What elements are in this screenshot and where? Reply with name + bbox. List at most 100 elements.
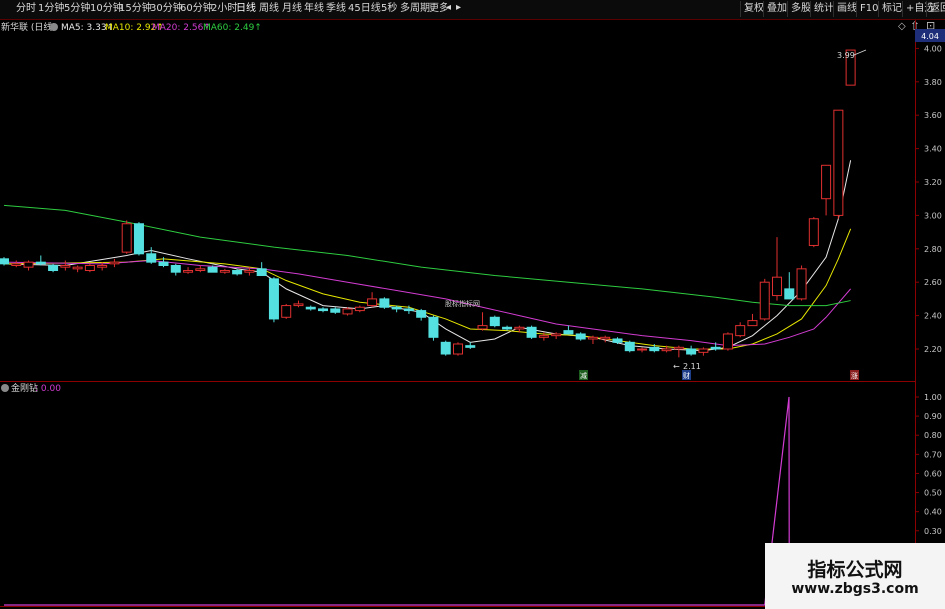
candle-body-up <box>538 335 549 338</box>
candle <box>281 303 292 319</box>
candle-body-up <box>219 270 230 273</box>
candle <box>821 164 832 216</box>
price-tick-label: 3.00 <box>924 211 942 220</box>
indicator-tick-label: 0.40 <box>924 508 942 517</box>
candle <box>428 315 439 341</box>
candle <box>219 268 230 274</box>
candle <box>0 257 9 266</box>
candle-body-up <box>281 305 292 318</box>
watermark-site-name: 指标公式网 <box>807 559 903 581</box>
event-tag-finance-label: 财 <box>683 371 690 380</box>
candle <box>465 342 476 349</box>
candle <box>133 222 144 256</box>
candle-body-down <box>146 253 157 263</box>
candle <box>195 265 206 273</box>
candle-body-up <box>195 268 206 272</box>
candle-body-up <box>11 263 22 266</box>
candle-body-down <box>784 288 795 300</box>
candle <box>379 297 390 309</box>
candle-body-up <box>60 265 71 268</box>
price-tick-label: 3.80 <box>924 78 942 87</box>
candle-body-down <box>710 346 721 350</box>
candle-body-up <box>477 325 488 330</box>
candle-body-down <box>133 223 144 255</box>
ma5-line <box>3 160 852 352</box>
current-price-value: 4.04 <box>921 32 939 41</box>
candle-body-up <box>121 223 132 253</box>
price-tick-label: 3.20 <box>924 178 942 187</box>
candle <box>833 109 844 219</box>
price-tick-label: 3.60 <box>924 111 942 120</box>
candle-body-up <box>72 266 83 270</box>
candle <box>342 307 353 316</box>
candle-body-up <box>342 308 353 315</box>
candle <box>735 322 746 338</box>
event-tag-rise-label: 涨 <box>851 371 858 380</box>
candle <box>305 305 316 311</box>
candle <box>624 340 635 353</box>
candle <box>11 260 22 268</box>
price-axis: 4.00 3.80 3.60 3.40 3.20 3.00 2.80 2.60 2.40 2.20 <box>915 44 942 354</box>
candle-body-down <box>428 316 439 338</box>
price-tick-label: 2.80 <box>924 245 942 254</box>
candle-body-up <box>600 336 611 340</box>
candle <box>452 342 463 356</box>
candle-body-down <box>318 308 329 312</box>
candle <box>170 263 181 276</box>
candle-body-up <box>747 320 758 327</box>
candle-body-down <box>416 310 427 318</box>
candle-body-up <box>551 333 562 337</box>
candle <box>686 345 697 356</box>
candle-body-up <box>183 270 194 273</box>
indicator-value: : 0.00 <box>35 384 61 394</box>
candle <box>416 308 427 321</box>
low-price-arrow: ← <box>673 362 680 371</box>
candle <box>256 262 267 277</box>
candle-body-up <box>84 265 95 272</box>
candle <box>489 315 500 328</box>
candle-body-down <box>379 298 390 308</box>
candle <box>502 325 513 331</box>
candle <box>183 267 194 274</box>
candle-body-down <box>48 265 59 272</box>
candle-body-down <box>232 270 243 275</box>
indicator-tick-label: 1.00 <box>924 393 942 402</box>
candle <box>477 312 488 331</box>
center-watermark: 股标指标网 <box>445 299 480 308</box>
candle-body-down <box>440 341 451 355</box>
candle <box>121 220 132 254</box>
candle-body-up <box>354 306 365 312</box>
candle-body-down <box>624 341 635 352</box>
candle-body-up <box>452 343 463 355</box>
candle-body-up <box>293 303 304 307</box>
candle <box>637 347 648 353</box>
candle <box>109 258 120 268</box>
event-tag-reduce-label: 减 <box>580 371 587 380</box>
candle-body-up <box>698 348 709 353</box>
candle <box>318 307 329 313</box>
candle-body-up <box>244 270 255 273</box>
candle-body-up <box>808 218 819 246</box>
indicator-tick-label: 0.30 <box>924 527 942 536</box>
indicator-panel-settings-icon[interactable] <box>1 384 9 392</box>
indicator-tick-label: 0.60 <box>924 469 942 478</box>
candle-body-down <box>403 308 414 312</box>
site-watermark: 指标公式网 www.zbgs3.com <box>765 543 945 609</box>
stock-chart-svg: 4.00 3.80 3.60 3.40 3.20 3.00 2.80 2.60 2.40 2.20… <box>0 20 945 609</box>
candle <box>587 335 598 344</box>
candle <box>796 265 807 301</box>
candle-body-down <box>575 333 586 340</box>
candle-body-down <box>256 268 267 277</box>
candle <box>23 260 34 271</box>
indicator-line <box>4 396 851 606</box>
candle-body-down <box>0 258 9 265</box>
price-tick-label: 2.40 <box>924 312 942 321</box>
price-tick-label: 2.60 <box>924 278 942 287</box>
candle-body-down <box>207 266 218 273</box>
candle-body-up <box>759 281 770 320</box>
candle-body-up <box>833 109 844 216</box>
watermark-site-url: www.zbgs3.com <box>791 581 919 597</box>
candle <box>354 305 365 313</box>
indicator-series-line <box>4 396 851 606</box>
candle-body-up <box>637 348 648 351</box>
